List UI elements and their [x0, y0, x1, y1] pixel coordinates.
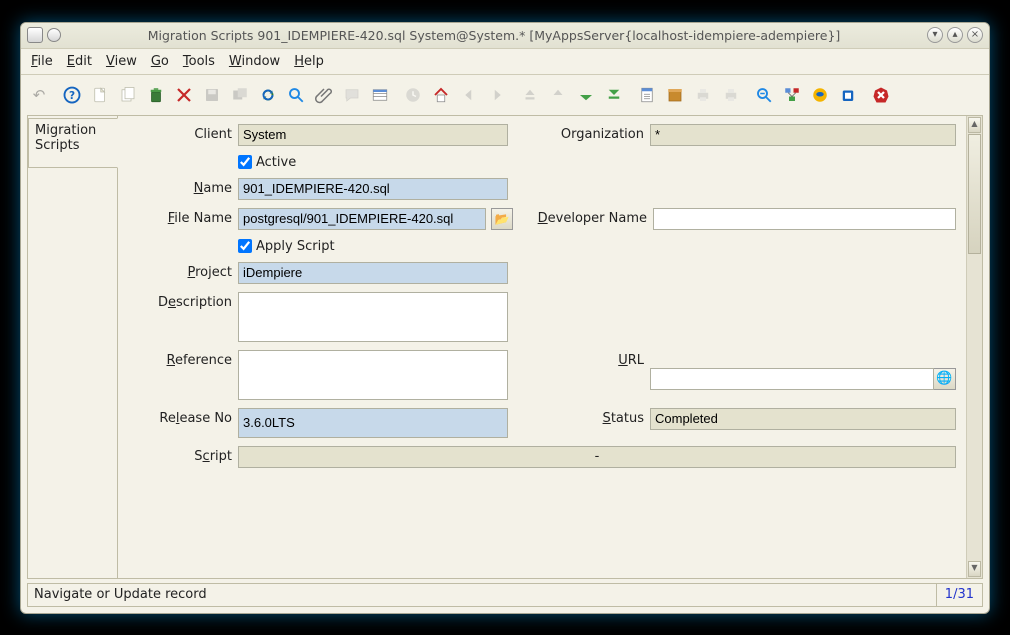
globe-icon: 🌐	[936, 371, 952, 386]
request-button[interactable]	[808, 83, 832, 107]
label-organization: Organization	[524, 124, 644, 142]
home-button[interactable]	[429, 83, 453, 107]
folder-open-icon: 📂	[495, 212, 510, 226]
app-menu-icon[interactable]	[47, 28, 61, 42]
window-title: Migration Scripts 901_IDEMPIERE-420.sql …	[61, 28, 927, 43]
apply-script-checkbox-input[interactable]	[238, 239, 252, 253]
history-button	[401, 83, 425, 107]
scroll-thumb[interactable]	[968, 134, 981, 254]
name-field[interactable]	[238, 178, 508, 200]
label-name: Name	[124, 178, 232, 196]
label-apply-script: Apply Script	[256, 239, 335, 254]
reference-field[interactable]	[238, 350, 508, 400]
statusbar: Navigate or Update record 1/31	[27, 583, 983, 607]
print-preview-button	[691, 83, 715, 107]
apply-script-checkbox[interactable]: Apply Script	[238, 238, 335, 254]
client-field	[238, 124, 508, 146]
next-record-button[interactable]	[574, 83, 598, 107]
refresh-button[interactable]	[256, 83, 280, 107]
archive-button[interactable]	[663, 83, 687, 107]
delete-button[interactable]	[144, 83, 168, 107]
label-status: Status	[524, 408, 644, 426]
maximize-button[interactable]: ▴	[947, 27, 963, 43]
label-file-name: File Name	[124, 208, 232, 226]
svg-text:?: ?	[69, 89, 75, 101]
record-panel: Migration Scripts Client Organization	[27, 115, 983, 579]
label-client: Client	[124, 124, 232, 142]
active-checkbox-input[interactable]	[238, 155, 252, 169]
parent-first-button	[518, 83, 542, 107]
scroll-up-button[interactable]: ▲	[968, 117, 981, 133]
parent-prev-button	[546, 83, 570, 107]
zoom-across-button[interactable]	[752, 83, 776, 107]
report-button[interactable]	[635, 83, 659, 107]
app-icon	[27, 27, 43, 43]
save-new-button	[228, 83, 252, 107]
close-window-button[interactable]: ×	[967, 27, 983, 43]
file-name-field[interactable]	[238, 208, 486, 230]
label-active: Active	[256, 155, 296, 170]
print-button	[719, 83, 743, 107]
close-button[interactable]	[869, 83, 893, 107]
status-message: Navigate or Update record	[28, 587, 936, 602]
url-open-button[interactable]: 🌐	[934, 368, 956, 390]
vertical-scrollbar[interactable]: ▲ ▼	[966, 116, 982, 578]
record-counter: 1/31	[936, 584, 982, 606]
attachment-button[interactable]	[312, 83, 336, 107]
menu-go[interactable]: Go	[151, 54, 169, 69]
toolbar: ↶ ?	[21, 75, 989, 115]
description-field[interactable]	[238, 292, 508, 342]
label-developer-name: Developer Name	[529, 208, 647, 226]
undo-button: ↶	[27, 83, 51, 107]
label-reference: Reference	[124, 350, 232, 368]
back-button	[457, 83, 481, 107]
scroll-track[interactable]	[967, 134, 982, 560]
product-info-button[interactable]	[836, 83, 860, 107]
url-field[interactable]	[650, 368, 934, 390]
copy-record-button[interactable]	[116, 83, 140, 107]
organization-field	[650, 124, 956, 146]
menu-file[interactable]: File	[31, 54, 53, 69]
chat-button	[340, 83, 364, 107]
help-button[interactable]: ?	[60, 83, 84, 107]
app-window: Migration Scripts 901_IDEMPIERE-420.sql …	[20, 22, 990, 614]
lookup-button[interactable]	[284, 83, 308, 107]
label-url: URL	[524, 350, 644, 368]
menu-help[interactable]: Help	[294, 54, 324, 69]
minimize-button[interactable]: ▾	[927, 27, 943, 43]
developer-name-field[interactable]	[653, 208, 956, 230]
menu-edit[interactable]: Edit	[67, 54, 92, 69]
label-release-no: Release No	[124, 408, 232, 426]
label-script: Script	[124, 446, 232, 464]
new-button[interactable]	[88, 83, 112, 107]
delete-selected-button[interactable]	[172, 83, 196, 107]
save-button	[200, 83, 224, 107]
project-field[interactable]	[238, 262, 508, 284]
scroll-down-button[interactable]: ▼	[968, 561, 981, 577]
menu-tools[interactable]: Tools	[183, 54, 215, 69]
workflow-button[interactable]	[780, 83, 804, 107]
file-browse-button[interactable]: 📂	[491, 208, 513, 230]
tab-migration-scripts[interactable]: Migration Scripts	[28, 118, 118, 168]
release-no-field[interactable]	[238, 408, 508, 438]
menu-view[interactable]: View	[106, 54, 137, 69]
grid-toggle-button[interactable]	[368, 83, 392, 107]
titlebar: Migration Scripts 901_IDEMPIERE-420.sql …	[21, 23, 989, 49]
forward-button	[485, 83, 509, 107]
menu-window[interactable]: Window	[229, 54, 280, 69]
status-field[interactable]	[650, 408, 956, 430]
active-checkbox[interactable]: Active	[238, 154, 296, 170]
last-record-button[interactable]	[602, 83, 626, 107]
tab-strip: Migration Scripts	[28, 116, 118, 578]
label-description: Description	[124, 292, 232, 310]
label-project: Project	[124, 262, 232, 280]
menubar: File Edit View Go Tools Window Help	[21, 49, 989, 75]
script-field[interactable]: -	[238, 446, 956, 468]
